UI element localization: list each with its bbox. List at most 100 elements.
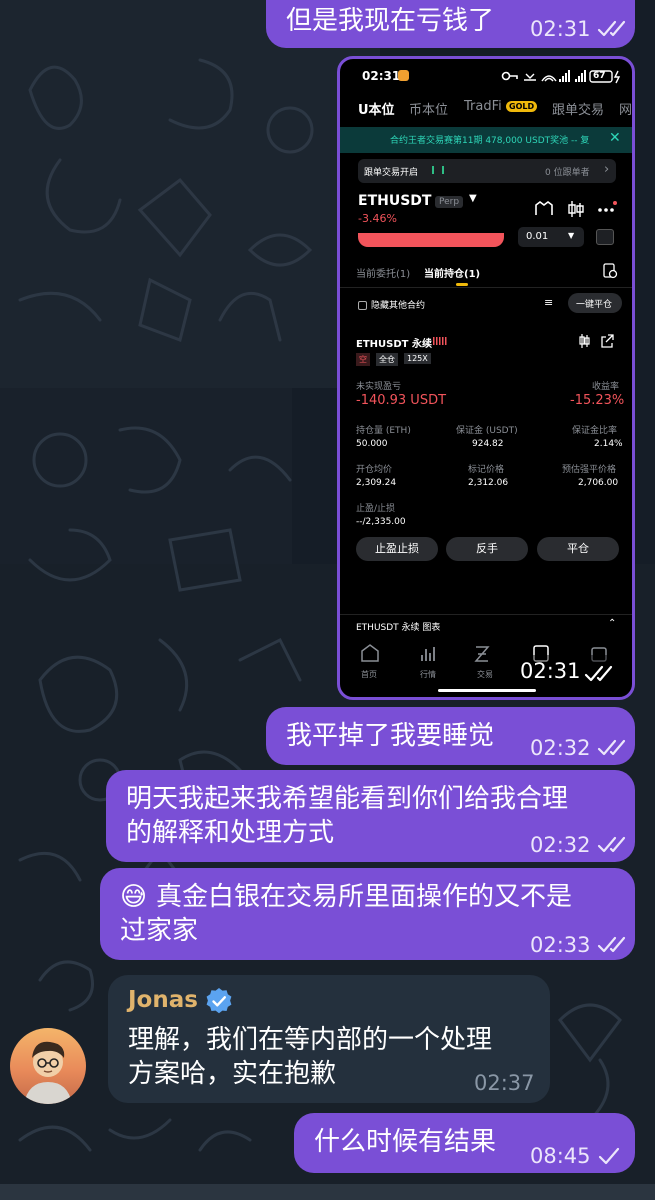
message-time: 02:37 bbox=[474, 1071, 535, 1095]
copytrade-count: 0 位跟单者 bbox=[545, 168, 590, 178]
unrealized-value: -140.93 USDT bbox=[356, 393, 447, 408]
message-text-line2: 方案哈，实在抱歉 bbox=[128, 1059, 337, 1089]
gold-badge: GOLD bbox=[506, 101, 538, 112]
message-text-line1: 明天我起来我希望能看到你们给我合理 bbox=[126, 784, 569, 814]
avatar[interactable] bbox=[10, 1028, 86, 1104]
verified-badge-icon bbox=[206, 988, 232, 1014]
copytrade-label: 跟单交易开启 bbox=[364, 168, 419, 178]
chart-bar-label[interactable]: ETHUSDT 永续 图表 bbox=[356, 620, 440, 633]
tab-grid[interactable]: 网 bbox=[619, 99, 632, 118]
read-checks-icon bbox=[597, 20, 625, 37]
message-text: 但是我现在亏钱了 bbox=[286, 6, 495, 36]
liq-label: 预估强平价格 bbox=[562, 465, 617, 475]
chevron-right-icon: › bbox=[604, 162, 610, 177]
close-icon[interactable]: ✕ bbox=[609, 130, 621, 146]
app-notification-icon bbox=[398, 70, 409, 81]
hide-others-label: 隐藏其他合约 bbox=[371, 301, 426, 311]
perp-badge: Perp bbox=[435, 196, 464, 208]
reverse-button-label: 反手 bbox=[476, 542, 498, 555]
divider bbox=[340, 614, 632, 615]
chevron-down-icon[interactable]: ▼ bbox=[469, 193, 477, 204]
message-image-screenshot[interactable]: 02:31 67 U本位 币本位 TradFi GOLD 跟单交易 网 合约王者… bbox=[337, 56, 635, 700]
message-text-line2: 过家家 bbox=[120, 916, 199, 946]
message-text-line1: 理解，我们在等内部的一个处理 bbox=[128, 1025, 493, 1055]
roe-value: -15.23% bbox=[570, 393, 625, 408]
hide-others-checkbox[interactable] bbox=[358, 301, 367, 310]
message-outgoing[interactable]: 😅 真金白银在交易所里面操作的又不是 过家家 02:33 bbox=[100, 868, 635, 960]
nav-home[interactable]: 首页 bbox=[361, 669, 377, 680]
chevron-up-icon[interactable]: ⌃ bbox=[608, 618, 616, 629]
tab-usdt-futures[interactable]: U本位 bbox=[358, 99, 395, 118]
tab-positions-underline bbox=[456, 283, 468, 286]
tpsl-label: 止盈/止损 bbox=[356, 504, 396, 514]
sell-button-partial[interactable] bbox=[358, 233, 504, 247]
read-checks-icon bbox=[597, 739, 625, 756]
sender-name[interactable]: Jonas bbox=[128, 987, 198, 1013]
message-time: 08:45 bbox=[530, 1144, 591, 1168]
message-time: 02:31 bbox=[530, 17, 591, 41]
position-chart-icons[interactable] bbox=[578, 333, 622, 349]
chart-header-icons[interactable] bbox=[532, 199, 622, 219]
message-outgoing[interactable]: 明天我起来我希望能看到你们给我合理 的解释和处理方式 02:32 bbox=[106, 770, 635, 862]
message-incoming[interactable]: Jonas 理解，我们在等内部的一个处理 方案哈，实在抱歉 02:37 bbox=[108, 975, 550, 1103]
tpsl-value: --/2,335.00 bbox=[356, 517, 406, 527]
read-checks-icon bbox=[584, 665, 613, 682]
entry-label: 开仓均价 bbox=[356, 465, 393, 475]
message-outgoing[interactable]: 但是我现在亏钱了 02:31 bbox=[266, 0, 635, 48]
avatar-illustration bbox=[24, 1041, 72, 1104]
margin-value: 924.82 bbox=[472, 439, 504, 449]
pair-symbol[interactable]: ETHUSDT bbox=[358, 193, 431, 209]
history-icon[interactable] bbox=[602, 263, 618, 279]
copytrade-signal-icon bbox=[432, 166, 444, 174]
message-time: 02:31 bbox=[520, 659, 581, 683]
bottom-strip bbox=[0, 1184, 655, 1200]
emoji-sweat-smile: 😅 bbox=[120, 882, 148, 912]
tpsl-button-label: 止盈止损 bbox=[375, 542, 419, 555]
tag-leverage: 125X bbox=[404, 353, 431, 364]
message-text-line1: 真金白银在交易所里面操作的又不是 bbox=[156, 882, 573, 912]
message-time: 02:33 bbox=[530, 933, 591, 957]
margin-label: 保证金 (USDT) bbox=[456, 426, 518, 436]
read-checks-icon bbox=[597, 936, 625, 953]
sent-check-icon bbox=[598, 1147, 619, 1165]
liq-value: 2,706.00 bbox=[578, 478, 619, 488]
message-outgoing[interactable]: 我平掉了我要睡觉 02:32 bbox=[266, 707, 635, 765]
status-icons bbox=[501, 70, 621, 84]
orderbook-icon[interactable] bbox=[596, 229, 614, 245]
mark-value: 2,312.06 bbox=[468, 478, 509, 488]
message-outgoing[interactable]: 什么时候有结果 08:45 bbox=[294, 1113, 635, 1173]
tag-short: 空 bbox=[356, 353, 370, 366]
chevron-down-icon: ▼ bbox=[568, 231, 575, 240]
nav-markets[interactable]: 行情 bbox=[420, 669, 436, 680]
tab-coin-futures[interactable]: 币本位 bbox=[409, 99, 448, 118]
margin-ratio-label: 保证金比率 bbox=[572, 426, 618, 436]
close-all-label: 一键平仓 bbox=[576, 300, 613, 310]
qty-value: 0.01 bbox=[526, 231, 549, 242]
read-checks-icon bbox=[597, 836, 625, 853]
battery-level: 67 bbox=[593, 71, 606, 81]
tab-positions[interactable]: 当前持仓(1) bbox=[424, 265, 480, 280]
divider bbox=[340, 287, 632, 288]
tag-cross: 全仓 bbox=[376, 353, 398, 366]
message-text: 什么时候有结果 bbox=[314, 1127, 497, 1157]
sort-icon[interactable]: ≡ bbox=[544, 296, 553, 309]
roe-label: 收益率 bbox=[592, 382, 620, 392]
reverse-button[interactable]: 反手 bbox=[446, 537, 528, 561]
nav-trade[interactable]: 交易 bbox=[477, 669, 493, 680]
promo-banner-text: 合约王者交易赛第11期 478,000 USDT奖池 -- 复 bbox=[390, 136, 590, 146]
margin-ratio-value: 2.14% bbox=[594, 439, 623, 449]
message-text-line2: 的解释和处理方式 bbox=[126, 818, 335, 848]
message-time: 02:32 bbox=[530, 833, 591, 857]
message-time: 02:32 bbox=[530, 736, 591, 760]
tab-copy-trading[interactable]: 跟单交易 bbox=[552, 99, 604, 118]
home-indicator bbox=[438, 689, 536, 692]
tpsl-button[interactable]: 止盈止损 bbox=[356, 537, 438, 561]
close-position-label: 平仓 bbox=[567, 542, 589, 555]
size-label: 持仓量 (ETH) bbox=[356, 426, 411, 436]
tab-tradfi[interactable]: TradFi bbox=[464, 99, 502, 114]
unrealized-label: 未实现盈亏 bbox=[356, 382, 402, 392]
price-change: -3.46% bbox=[358, 212, 397, 225]
tab-open-orders[interactable]: 当前委托(1) bbox=[356, 265, 410, 280]
close-position-button[interactable]: 平仓 bbox=[537, 537, 619, 561]
position-symbol[interactable]: ETHUSDT 永续 bbox=[356, 335, 432, 350]
